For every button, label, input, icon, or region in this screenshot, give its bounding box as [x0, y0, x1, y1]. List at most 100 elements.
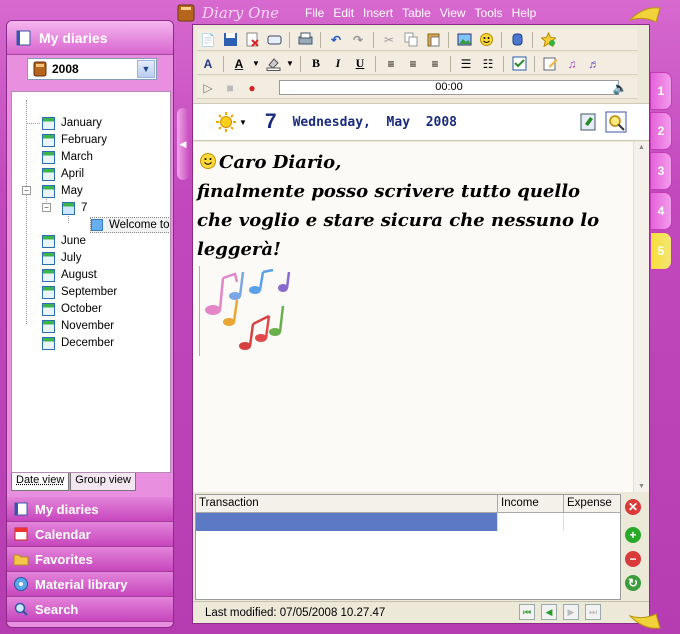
collapse-toggle[interactable]: − [42, 203, 51, 212]
last-entry-icon[interactable]: ⏭ [585, 604, 601, 620]
insert-image-icon[interactable] [455, 31, 473, 49]
tree-month-november[interactable]: November [42, 318, 114, 334]
editor-scrollbar[interactable]: ▲ ▼ [633, 142, 649, 492]
chevron-down-icon[interactable]: ▼ [252, 55, 260, 73]
nav-material-library[interactable]: Material library [7, 572, 173, 597]
app-title: Diary One [202, 4, 280, 22]
chevron-down-icon[interactable]: ▼ [286, 55, 294, 73]
tree-month-february[interactable]: February [42, 132, 107, 148]
previous-entry-icon[interactable]: ◀ [541, 604, 557, 620]
numbered-list-icon[interactable]: ☷ [479, 55, 497, 73]
entry-editor[interactable]: Caro Diario, finalmente posso scrivere t… [193, 142, 633, 492]
italic-icon[interactable]: I [329, 55, 347, 73]
underline-icon[interactable]: U [351, 55, 369, 73]
tree-month-july[interactable]: July [42, 250, 81, 266]
emoticon-icon[interactable] [477, 31, 495, 49]
new-document-icon[interactable]: 📄 [199, 31, 217, 49]
nav-my-diaries[interactable]: My diaries [7, 497, 173, 522]
redo-icon[interactable]: ↷ [349, 31, 367, 49]
menu-file[interactable]: File [305, 6, 324, 20]
volume-icon[interactable]: 🔈 [611, 79, 629, 97]
chevron-down-icon[interactable]: ▼ [137, 60, 155, 78]
undo-icon[interactable]: ↶ [327, 31, 345, 49]
tab-group-view[interactable]: Group view [70, 473, 136, 491]
table-row[interactable] [196, 513, 620, 531]
copy-icon[interactable] [402, 31, 420, 49]
table-cell[interactable] [196, 513, 498, 531]
calendar-icon [42, 133, 55, 147]
year-select[interactable]: 2008 ▼ [27, 58, 157, 80]
collapse-toggle[interactable]: − [22, 186, 31, 195]
nav-search[interactable]: Search [7, 597, 173, 622]
next-entry-icon[interactable]: ▶ [563, 604, 579, 620]
tree-month-december[interactable]: December [42, 335, 114, 351]
menu-insert[interactable]: Insert [363, 6, 393, 20]
print-icon[interactable] [296, 31, 314, 49]
record-icon[interactable]: ● [243, 79, 261, 97]
stop-icon[interactable]: ■ [221, 79, 239, 97]
table-cell[interactable] [498, 513, 564, 531]
music-icon[interactable]: ♫ [563, 55, 581, 73]
tree-month-may[interactable]: May [42, 183, 83, 199]
align-right-icon[interactable]: ≡ [426, 55, 444, 73]
play-icon[interactable]: ▷ [199, 79, 217, 97]
checklist-icon[interactable] [510, 55, 528, 73]
close-icon[interactable]: ✕ [625, 499, 641, 515]
column-header[interactable]: Expense [564, 495, 620, 512]
menu-edit[interactable]: Edit [333, 6, 354, 20]
nav-calendar[interactable]: Calendar [7, 522, 173, 547]
paste-icon[interactable] [424, 31, 442, 49]
chevron-down-icon[interactable]: ▼ [239, 118, 247, 127]
add-transaction-icon[interactable]: + [625, 527, 641, 543]
align-left-icon[interactable]: ≡ [382, 55, 400, 73]
page-tab-4[interactable]: 4 [650, 192, 672, 230]
scroll-down-icon[interactable]: ▼ [638, 483, 645, 490]
tree-month-june[interactable]: June [42, 233, 86, 249]
align-center-icon[interactable]: ≡ [404, 55, 422, 73]
preview-search-icon[interactable] [605, 111, 627, 133]
link-icon[interactable] [265, 31, 283, 49]
refresh-icon[interactable]: ↻ [625, 575, 641, 591]
menu-help[interactable]: Help [512, 6, 537, 20]
table-cell[interactable] [564, 513, 620, 531]
menu-table[interactable]: Table [402, 6, 431, 20]
tree-day[interactable]: 7 [62, 200, 87, 216]
tree-month-april[interactable]: April [42, 166, 84, 182]
editor-window: 📄 ↶ ↷ ✂ A A ▼ ▼ B I U ≡ ≡ ≡ ☰ ☷ ♫ ♬ ▷ ■ … [192, 24, 650, 624]
menu-view[interactable]: View [440, 6, 466, 20]
page-tab-3[interactable]: 3 [650, 152, 672, 190]
cut-icon[interactable]: ✂ [380, 31, 398, 49]
weather-sun-icon[interactable] [215, 111, 237, 133]
tree-entry[interactable]: Welcome to [90, 217, 170, 233]
diary-settings-icon[interactable] [579, 112, 599, 132]
database-icon[interactable] [508, 31, 526, 49]
tree-month-march[interactable]: March [42, 149, 93, 165]
font-icon[interactable]: A [199, 55, 217, 73]
media-progress[interactable]: 00:00 [279, 80, 619, 95]
tree-month-september[interactable]: September [42, 284, 117, 300]
highlight-color-icon[interactable] [264, 55, 282, 73]
music-file-icon[interactable]: ♬ [585, 55, 603, 73]
bold-icon[interactable]: B [307, 55, 325, 73]
sidebar-collapse-handle[interactable]: ◀ [177, 108, 189, 180]
page-tab-2[interactable]: 2 [650, 112, 672, 150]
edit-note-icon[interactable] [541, 55, 559, 73]
font-color-icon[interactable]: A [230, 55, 248, 73]
tab-date-view[interactable]: Date view [11, 473, 70, 491]
column-header[interactable]: Transaction [196, 495, 498, 512]
first-entry-icon[interactable]: ⏮ [519, 604, 535, 620]
remove-transaction-icon[interactable]: − [625, 551, 641, 567]
tree-month-august[interactable]: August [42, 267, 97, 283]
add-favorite-icon[interactable] [539, 31, 557, 49]
tree-month-january[interactable]: January [42, 115, 102, 131]
tree-month-october[interactable]: October [42, 301, 102, 317]
page-tab-1[interactable]: 1 [650, 72, 672, 110]
bullet-list-icon[interactable]: ☰ [457, 55, 475, 73]
delete-document-icon[interactable] [243, 31, 261, 49]
scroll-up-icon[interactable]: ▲ [638, 144, 645, 151]
page-tab-5[interactable]: 5 [650, 232, 672, 270]
nav-favorites[interactable]: Favorites [7, 547, 173, 572]
menu-tools[interactable]: Tools [475, 6, 503, 20]
save-icon[interactable] [221, 31, 239, 49]
column-header[interactable]: Income [498, 495, 564, 512]
